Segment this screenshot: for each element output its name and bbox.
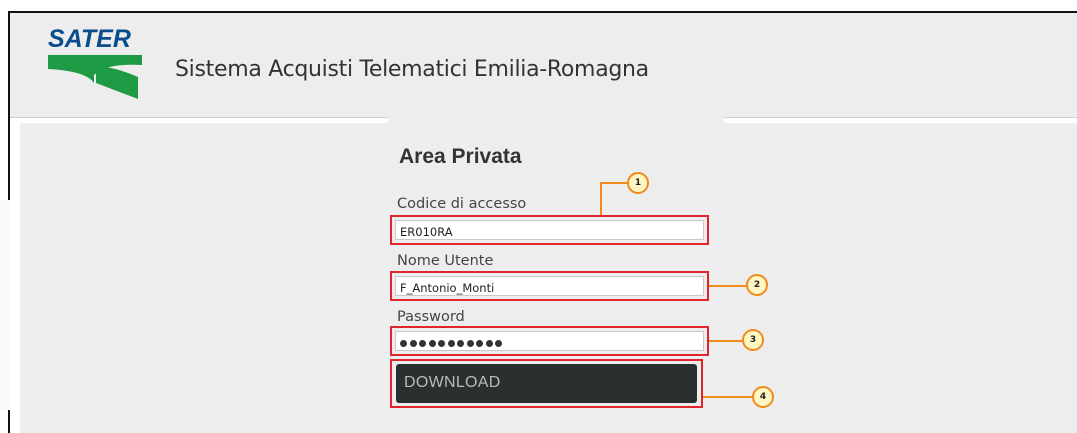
password-mask-dot <box>476 340 483 347</box>
password-mask-dot <box>457 340 464 347</box>
access-code-highlight: ER010RA <box>390 215 709 245</box>
username-label: Nome Utente <box>397 253 494 269</box>
callout-3-badge: 3 <box>742 329 764 351</box>
username-highlight: F_Antonio_Monti <box>390 271 709 301</box>
login-title: Area Privata <box>399 145 522 168</box>
site-title: Sistema Acquisti Telematici Emilia-Romag… <box>175 57 649 82</box>
left-edge-strip <box>0 200 10 410</box>
callout-1-badge: 1 <box>627 172 649 194</box>
download-button[interactable]: DOWNLOAD <box>396 364 697 403</box>
logo-text: SATER <box>48 25 131 53</box>
password-label: Password <box>397 309 465 325</box>
password-mask-dot <box>466 340 474 347</box>
password-mask-dot <box>400 340 407 347</box>
site-header: SATER Sistema Acquisti Telematici Emilia… <box>10 13 1077 118</box>
password-input[interactable] <box>395 331 704 351</box>
callout-3-line <box>709 340 743 342</box>
callout-4-badge: 4 <box>752 386 774 408</box>
callout-2-badge: 2 <box>746 274 768 296</box>
callout-4-line <box>703 396 753 398</box>
sater-logo[interactable]: SATER <box>46 25 146 101</box>
password-mask-dot <box>428 340 436 347</box>
access-code-input[interactable]: ER010RA <box>395 220 704 240</box>
password-mask-dot <box>485 340 493 347</box>
password-mask-dot <box>495 340 502 347</box>
download-highlight: DOWNLOAD <box>390 359 703 408</box>
password-mask-dot <box>409 340 417 347</box>
callout-2-line <box>709 285 747 287</box>
callout-1-line <box>600 182 602 215</box>
password-highlight <box>390 326 709 356</box>
password-mask-dot <box>447 340 455 347</box>
password-mask-dot <box>438 340 445 347</box>
username-input[interactable]: F_Antonio_Monti <box>395 276 704 296</box>
callout-1-line-h <box>600 182 628 184</box>
access-code-label: Codice di accesso <box>397 196 527 212</box>
password-mask-dot <box>419 340 426 347</box>
